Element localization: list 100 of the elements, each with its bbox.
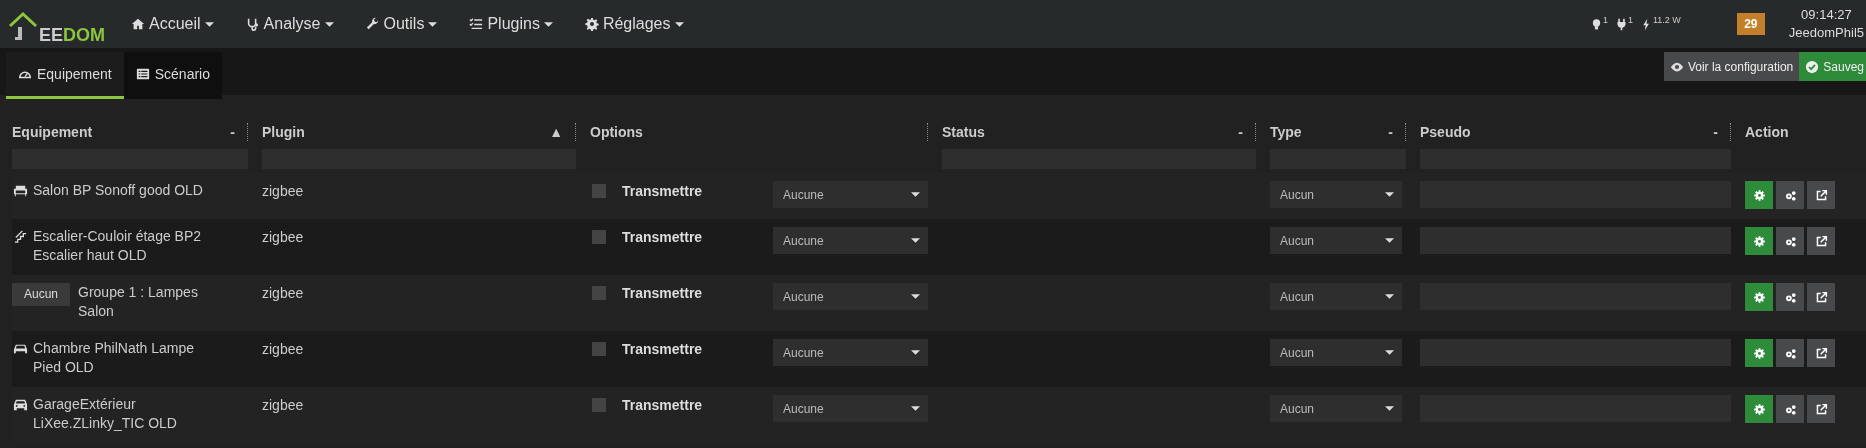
option-label: Transmettre	[622, 228, 703, 247]
advanced-button[interactable]	[1776, 181, 1804, 209]
view-config-button[interactable]: Voir la configuration	[1663, 52, 1800, 81]
sort-indicator[interactable]: -	[1238, 121, 1243, 143]
indicator-value: 11.2 W	[1653, 13, 1681, 27]
option-label: Transmettre	[622, 284, 703, 303]
caret-icon	[911, 238, 920, 243]
external-link-icon	[1814, 346, 1828, 360]
settings-icon	[1752, 402, 1766, 416]
type-select[interactable]: Aucun	[1270, 227, 1402, 254]
configure-button[interactable]	[1745, 339, 1773, 367]
settings-icon	[1752, 188, 1766, 202]
caret-icon	[674, 21, 684, 27]
gears-icon	[1783, 188, 1797, 202]
external-link-icon	[1814, 290, 1828, 304]
option-select[interactable]: Aucune	[773, 227, 928, 254]
advanced-button[interactable]	[1776, 283, 1804, 311]
caret-icon	[1385, 238, 1394, 243]
open-button[interactable]	[1807, 283, 1835, 311]
type-select[interactable]: Aucun	[1270, 395, 1402, 422]
sort-indicator[interactable]: -	[230, 121, 235, 143]
stairs-icon	[12, 229, 29, 244]
open-button[interactable]	[1807, 339, 1835, 367]
checklist-icon	[469, 17, 484, 31]
option-select[interactable]: Aucune	[773, 395, 928, 422]
caret-icon	[324, 21, 334, 27]
caret-icon	[543, 21, 553, 27]
type-select[interactable]: Aucun	[1270, 283, 1402, 310]
column-header[interactable]: Status	[942, 121, 985, 143]
settings-icon	[1752, 290, 1766, 304]
caret-icon	[428, 21, 438, 27]
nav-menu[interactable]: Plugins	[453, 12, 569, 36]
equipment-name: Salon BP Sonoff good OLD	[33, 181, 203, 200]
caret-icon	[1385, 192, 1394, 197]
caret-icon	[1385, 406, 1394, 411]
open-button[interactable]	[1807, 227, 1835, 255]
column-header[interactable]: Action	[1745, 121, 1789, 143]
sort-indicator[interactable]: -	[1388, 121, 1393, 143]
tab[interactable]: Equipement	[6, 52, 124, 99]
type-select[interactable]: Aucun	[1270, 181, 1402, 208]
tag-label: Aucun	[12, 283, 71, 306]
equipment-name: GarageExtérieur LiXee.ZLinky_TIC OLD	[33, 395, 178, 433]
column-header[interactable]: Pseudo	[1420, 121, 1471, 143]
advanced-button[interactable]	[1776, 227, 1804, 255]
settings-icon	[584, 17, 599, 31]
open-button[interactable]	[1807, 181, 1835, 209]
option-label: Transmettre	[622, 182, 703, 201]
column-header[interactable]: Type	[1270, 121, 1302, 143]
option-select[interactable]: Aucune	[773, 339, 928, 366]
sort-indicator[interactable]: ▲	[549, 121, 563, 143]
sofa-icon	[12, 183, 29, 198]
nav-menu[interactable]: Outils	[349, 12, 454, 36]
advanced-button[interactable]	[1776, 339, 1804, 367]
caret-icon	[911, 406, 920, 411]
gears-icon	[1783, 234, 1797, 248]
plugin-name: zigbee	[262, 183, 304, 199]
external-link-icon	[1814, 234, 1828, 248]
save-button[interactable]: Sauveg	[1799, 52, 1866, 81]
checkbox[interactable]	[592, 342, 606, 356]
checkbox[interactable]	[592, 398, 606, 412]
configure-button[interactable]	[1745, 283, 1773, 311]
caret-icon	[911, 350, 920, 355]
configure-button[interactable]	[1745, 395, 1773, 423]
column-header[interactable]: Plugin	[262, 121, 305, 143]
checkbox[interactable]	[592, 184, 606, 198]
nav-menu[interactable]: Analyse	[229, 12, 350, 36]
column-header[interactable]: Options	[590, 121, 643, 143]
home-icon	[131, 17, 145, 31]
caret-icon	[1385, 294, 1394, 299]
plugin-name: zigbee	[262, 341, 304, 357]
plugin-name: zigbee	[262, 397, 304, 413]
indicator-value: 1	[1602, 13, 1608, 27]
option-select[interactable]: Aucune	[773, 283, 928, 310]
advanced-button[interactable]	[1776, 395, 1804, 423]
caret-icon	[1385, 350, 1394, 355]
equipment-name: Escalier-Couloir étage BP2 Escalier haut OLD	[33, 227, 203, 265]
plugin-name: zigbee	[262, 229, 304, 245]
checkbox[interactable]	[592, 230, 606, 244]
nav-menu[interactable]: Réglages	[568, 12, 700, 36]
settings-icon	[1752, 234, 1766, 248]
settings-icon	[1752, 346, 1766, 360]
option-label: Transmettre	[622, 340, 703, 359]
nav-menu[interactable]: Accueil	[115, 12, 230, 36]
column-header[interactable]: Equipement	[12, 121, 93, 143]
type-select[interactable]: Aucun	[1270, 339, 1402, 366]
configure-button[interactable]	[1745, 181, 1773, 209]
tab[interactable]: Scénario	[123, 52, 222, 99]
configure-button[interactable]	[1745, 227, 1773, 255]
gears-icon	[1783, 346, 1797, 360]
check-circle-icon	[1805, 59, 1820, 74]
gears-icon	[1783, 290, 1797, 304]
logo-text: EEDOM	[39, 26, 105, 44]
external-link-icon	[1814, 188, 1828, 202]
caret-icon	[911, 294, 920, 299]
sort-indicator[interactable]: -	[1713, 121, 1718, 143]
option-select[interactable]: Aucune	[773, 181, 928, 208]
equipment-name: Chambre PhilNath Lampe Pied OLD	[33, 339, 196, 377]
clock-time: 09:14:27	[1800, 6, 1853, 24]
open-button[interactable]	[1807, 395, 1835, 423]
checkbox[interactable]	[592, 286, 606, 300]
